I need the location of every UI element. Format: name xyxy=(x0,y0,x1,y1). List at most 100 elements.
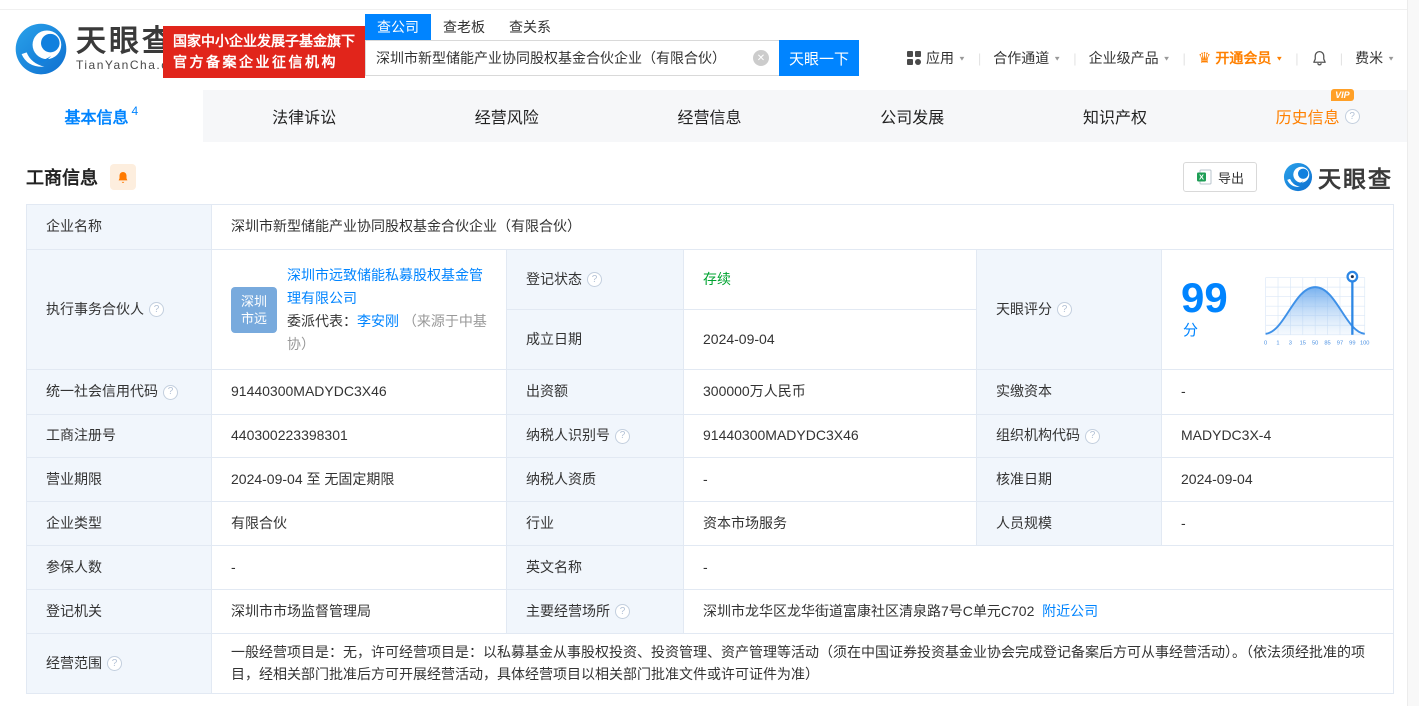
representative-link[interactable]: 李安刚 xyxy=(357,313,399,329)
taxpayer-quality-value: - xyxy=(684,458,977,502)
section-title: 工商信息 xyxy=(26,164,98,190)
field-label: 参保人数 xyxy=(27,546,212,590)
tab-basic-info[interactable]: 基本信息 4 xyxy=(0,90,203,142)
scrollbar[interactable] xyxy=(1407,0,1419,706)
official-credential-badge: 国家中小企业发展子基金旗下 官方备案企业征信机构 xyxy=(163,26,365,78)
industry-value: 资本市场服务 xyxy=(684,502,977,546)
nav-open-vip[interactable]: ♛ 开通会员 ▼ xyxy=(1198,48,1283,68)
vip-badge: VIP xyxy=(1331,89,1354,101)
svg-text:99: 99 xyxy=(1349,340,1355,346)
nav-divider: | xyxy=(1073,51,1076,66)
table-row: 统一社会信用代码 ? 91440300MADYDC3X46 出资额 300000… xyxy=(27,370,1394,415)
help-icon[interactable]: ? xyxy=(587,272,602,287)
field-label: 英文名称 xyxy=(507,546,684,590)
staff-size-value: - xyxy=(1162,502,1394,546)
field-label: 执行事务合伙人 ? xyxy=(27,250,212,370)
search-tab-relation[interactable]: 查关系 xyxy=(497,14,563,40)
business-term-value: 2024-09-04 至 无固定期限 xyxy=(212,458,507,502)
search-tab-boss[interactable]: 查老板 xyxy=(431,14,497,40)
svg-text:85: 85 xyxy=(1324,340,1330,346)
partner-company-link[interactable]: 深圳市远致储能私募股权基金管理有限公司 xyxy=(287,267,483,306)
tianyancha-watermark: 天眼查 xyxy=(1283,160,1393,194)
tab-history-info[interactable]: 历史信息 VIP ? xyxy=(1216,90,1419,142)
svg-text:15: 15 xyxy=(1299,340,1305,346)
tyc-score-cell: 99分 xyxy=(1162,250,1394,370)
help-icon[interactable]: ? xyxy=(1057,302,1072,317)
tab-operation-info[interactable]: 经营信息 xyxy=(608,90,811,142)
field-label: 统一社会信用代码 ? xyxy=(27,370,212,415)
help-icon[interactable]: ? xyxy=(615,604,630,619)
nearby-companies-link[interactable]: 附近公司 xyxy=(1042,603,1098,619)
nav-notifications[interactable] xyxy=(1311,49,1328,67)
nav-apps[interactable]: 应用 ▼ xyxy=(907,48,966,68)
nav-divider: | xyxy=(1295,51,1298,66)
excel-icon: X xyxy=(1196,169,1212,185)
svg-text:97: 97 xyxy=(1337,340,1343,346)
credit-code-value: 91440300MADYDC3X46 xyxy=(212,370,507,415)
company-type-value: 有限合伙 xyxy=(212,502,507,546)
main-content: 工商信息 X 导出 xyxy=(0,142,1419,694)
svg-text:X: X xyxy=(1199,173,1204,182)
tab-legal-lawsuits[interactable]: 法律诉讼 xyxy=(203,90,406,142)
field-label: 登记状态 ? xyxy=(507,250,684,310)
score-distribution-chart: 0 1 3 15 50 85 97 99 100 xyxy=(1258,264,1374,356)
tab-operation-risk[interactable]: 经营风险 xyxy=(405,90,608,142)
help-icon[interactable]: ? xyxy=(149,302,164,317)
nav-partner-channel[interactable]: 合作通道 ▼ xyxy=(993,48,1061,68)
nav-enterprise-products[interactable]: 企业级产品 ▼ xyxy=(1089,48,1171,68)
english-name-value: - xyxy=(684,546,1394,590)
export-button[interactable]: X 导出 xyxy=(1183,162,1257,192)
reg-number-value: 440300223398301 xyxy=(212,415,507,458)
clear-search-icon[interactable]: ✕ xyxy=(753,50,769,66)
svg-text:1: 1 xyxy=(1276,340,1279,346)
table-row: 参保人数 - 英文名称 - xyxy=(27,546,1394,590)
top-divider xyxy=(0,0,1419,10)
help-icon[interactable]: ? xyxy=(1085,429,1100,444)
table-row: 登记机关 深圳市市场监督管理局 主要经营场所 ? 深圳市龙华区龙华街道富康社区清… xyxy=(27,590,1394,634)
field-label: 实缴资本 xyxy=(977,370,1162,415)
svg-text:50: 50 xyxy=(1312,340,1318,346)
nav-divider: | xyxy=(1183,51,1186,66)
apps-grid-icon xyxy=(907,51,921,65)
search-input[interactable] xyxy=(365,40,779,76)
tab-company-development[interactable]: 公司发展 xyxy=(811,90,1014,142)
field-label: 登记机关 xyxy=(27,590,212,634)
field-label: 纳税人资质 xyxy=(507,458,684,502)
field-label: 天眼评分 ? xyxy=(977,250,1162,370)
table-row: 营业期限 2024-09-04 至 无固定期限 纳税人资质 - 核准日期 202… xyxy=(27,458,1394,502)
chevron-down-icon: ▼ xyxy=(1053,54,1061,61)
nav-divider: | xyxy=(978,51,981,66)
crown-icon: ♛ xyxy=(1198,49,1211,67)
help-icon[interactable]: ? xyxy=(1345,109,1360,124)
capital-value: 300000万人民币 xyxy=(684,370,977,415)
nav-divider: | xyxy=(1340,51,1343,66)
table-row: 企业名称 深圳市新型储能产业协同股权基金合伙企业（有限合伙） xyxy=(27,205,1394,250)
reg-authority-value: 深圳市市场监督管理局 xyxy=(212,590,507,634)
insured-count-value: - xyxy=(212,546,507,590)
tab-intellectual-property[interactable]: 知识产权 xyxy=(1014,90,1217,142)
chevron-down-icon: ▼ xyxy=(1163,54,1171,61)
table-row: 执行事务合伙人 ? 深圳市远 深圳市远致储能私募股权基金管理有限公司 委派代表：… xyxy=(27,250,1394,310)
username: 费米 xyxy=(1355,48,1383,68)
taxpayer-id-value: 91440300MADYDC3X46 xyxy=(684,415,977,458)
nav-user-menu[interactable]: 费米 ▼ xyxy=(1355,48,1395,68)
search-tab-company[interactable]: 查公司 xyxy=(365,14,431,40)
search-button[interactable]: 天眼一下 xyxy=(779,40,859,76)
company-name-value: 深圳市新型储能产业协同股权基金合伙企业（有限合伙） xyxy=(212,205,1394,250)
business-address-value: 深圳市龙华区龙华街道富康社区清泉路7号C单元C702 附近公司 xyxy=(684,590,1394,634)
company-avatar[interactable]: 深圳市远 xyxy=(231,287,277,333)
business-scope-value: 一般经营项目是：无，许可经营项目是：以私募基金从事股权投资、投资管理、资产管理等… xyxy=(212,634,1394,694)
field-label: 纳税人识别号 ? xyxy=(507,415,684,458)
bell-icon xyxy=(116,170,130,185)
tianyancha-logo-icon xyxy=(1283,162,1313,192)
table-row: 经营范围 ? 一般经营项目是：无，许可经营项目是：以私募基金从事股权投资、投资管… xyxy=(27,634,1394,694)
help-icon[interactable]: ? xyxy=(107,656,122,671)
help-icon[interactable]: ? xyxy=(163,385,178,400)
field-label: 行业 xyxy=(507,502,684,546)
help-icon[interactable]: ? xyxy=(615,429,630,444)
field-label: 经营范围 ? xyxy=(27,634,212,694)
subscribe-bell-chip[interactable] xyxy=(110,164,136,190)
field-label: 组织机构代码 ? xyxy=(977,415,1162,458)
site-header: 天眼查 TianYanCha.com 国家中小企业发展子基金旗下 官方备案企业征… xyxy=(0,10,1419,90)
field-label: 核准日期 xyxy=(977,458,1162,502)
